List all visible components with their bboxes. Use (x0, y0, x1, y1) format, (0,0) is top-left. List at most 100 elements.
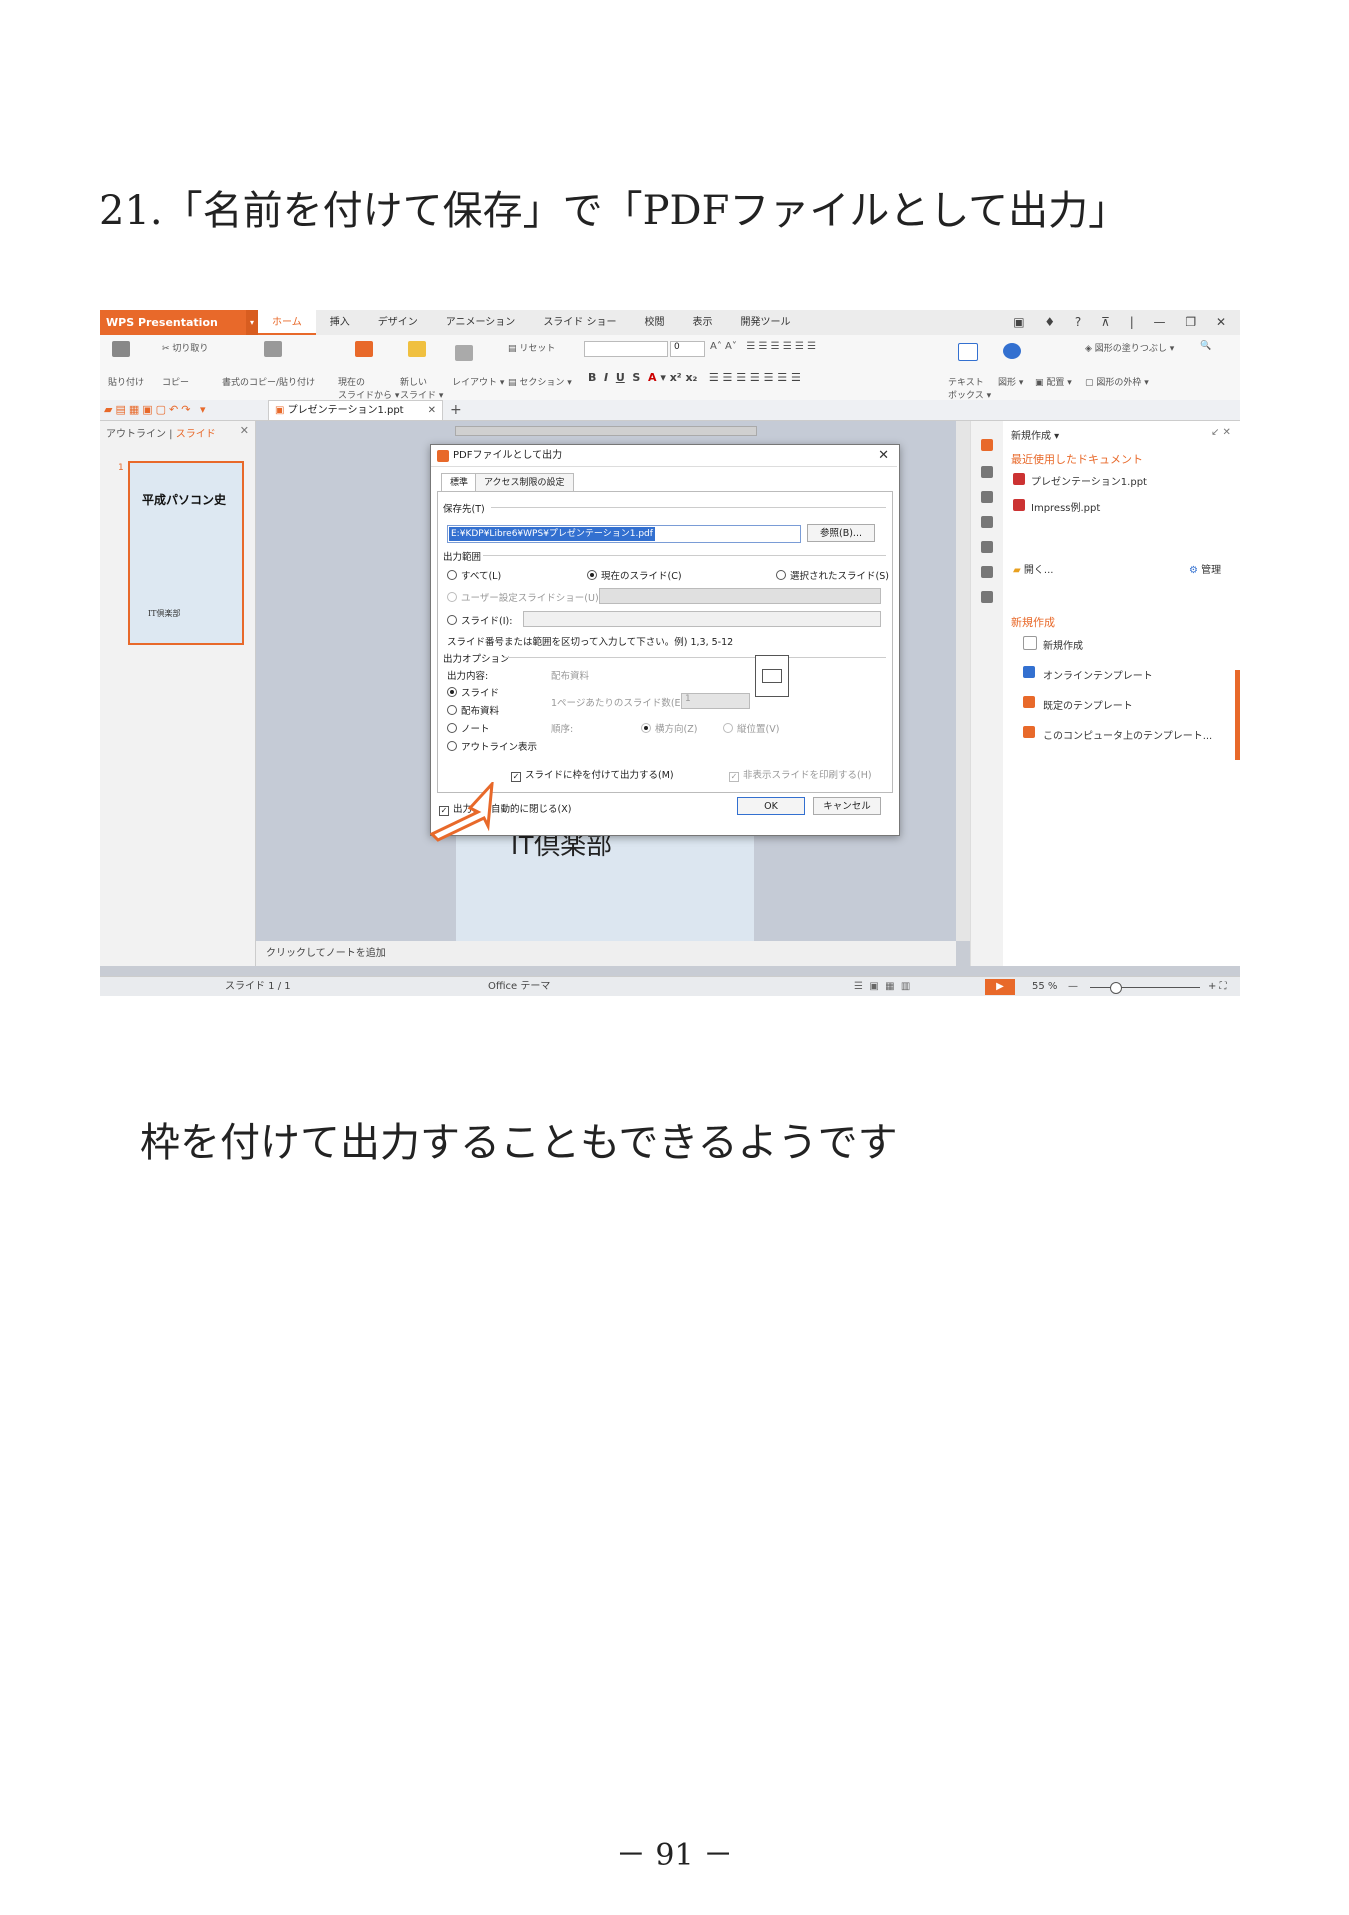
chevron-down-icon[interactable]: ▾ (246, 310, 258, 335)
manage-button[interactable]: ⚙ 管理 (1189, 561, 1221, 576)
radio-content-handout[interactable]: 配布資料 (447, 703, 499, 717)
tab-view[interactable]: 表示 (679, 310, 727, 335)
tab-animation[interactable]: アニメーション (432, 310, 530, 335)
radio-selected-label: 選択されたスライド(S) (790, 571, 889, 582)
layout-button[interactable]: レイアウト ▾ (452, 375, 504, 388)
new-item[interactable]: 新規作成 (1043, 637, 1083, 652)
reset-button[interactable]: ▤ リセット (508, 341, 555, 354)
radio-current[interactable]: 現在のスライド(C) (587, 568, 682, 582)
zoom-slider-knob[interactable] (1110, 982, 1122, 994)
new-item[interactable]: オンラインテンプレート (1043, 667, 1153, 682)
play-icon[interactable]: ▶ (985, 979, 1015, 995)
close-icon[interactable]: ✕ (878, 445, 889, 467)
outline-button[interactable]: ▢ 図形の外枠 ▾ (1085, 375, 1149, 388)
templates-icon[interactable] (981, 541, 993, 553)
textbox-button[interactable]: テキスト ボックス ▾ (948, 375, 991, 401)
app-menu-button[interactable]: WPS Presentation ▾ (100, 310, 258, 335)
radio-icon (447, 687, 457, 697)
layout-icon[interactable] (455, 345, 473, 361)
shape-icon[interactable] (1003, 343, 1021, 359)
layout-icon[interactable] (981, 491, 993, 503)
slides-input[interactable] (523, 611, 881, 627)
help-icon[interactable] (981, 591, 993, 603)
tab-design[interactable]: デザイン (364, 310, 432, 335)
textbox-icon[interactable] (958, 343, 978, 361)
document-tab[interactable]: ▣ プレゼンテーション1.ppt ✕ (268, 400, 443, 420)
radio-horizontal[interactable]: 横方向(Z) (641, 721, 697, 735)
new-slide-button[interactable]: 新しい スライド ▾ (400, 375, 443, 401)
tab-insert[interactable]: 挿入 (316, 310, 364, 335)
slide-thumbnail[interactable]: 平成パソコン史 IT倶楽部 (128, 461, 244, 645)
path-text: E:¥KDP¥Libre6¥WPS¥プレゼンテーション1.pdf (449, 527, 655, 541)
browse-button[interactable]: 参照(B)... (807, 524, 875, 542)
paste-icon[interactable] (112, 341, 130, 357)
zoom-in-button[interactable]: + ⛶ (1208, 977, 1227, 996)
ok-button[interactable]: OK (737, 797, 805, 815)
tab-slides[interactable]: スライド (176, 429, 216, 440)
open-button[interactable]: ▰ 開く... (1013, 561, 1053, 576)
tab-standard[interactable]: 標準 (441, 473, 478, 492)
zoom-slider[interactable] (1090, 987, 1200, 988)
recent-item[interactable]: Impress例.ppt (1031, 499, 1100, 514)
new-tab-button[interactable]: + (450, 400, 462, 420)
copy-button[interactable]: コピー (162, 375, 189, 388)
shape-button[interactable]: 図形 ▾ (998, 375, 1023, 388)
quick-access-icons[interactable]: ▰▤▦▣▢↶↷ ▾ (104, 403, 208, 416)
paste-button[interactable]: 貼り付け (108, 375, 144, 388)
radio-slides[interactable]: スライド(I): (447, 613, 512, 627)
arrange-button[interactable]: ▣ 配置 ▾ (1035, 375, 1072, 388)
pane-controls[interactable]: ↙ ✕ (1211, 427, 1231, 438)
recent-item[interactable]: プレゼンテーション1.ppt (1031, 473, 1147, 488)
pane-handle[interactable] (1235, 670, 1240, 760)
font-grow-buttons[interactable]: A˄ A˅ ☰ ☰ ☰ ☰ ☰ ☰ (710, 341, 816, 352)
tab-slideshow[interactable]: スライド ショー (529, 310, 630, 335)
new-item[interactable]: 既定のテンプレート (1043, 697, 1133, 712)
radio-content-slides[interactable]: スライド (447, 685, 499, 699)
properties-icon[interactable] (981, 516, 993, 528)
radio-all[interactable]: すべて(L) (447, 568, 501, 582)
search-icon[interactable]: 🔍 (1200, 341, 1211, 351)
tab-developer[interactable]: 開発ツール (727, 310, 805, 335)
fill-button[interactable]: ◈ 図形の塗りつぶし ▾ (1085, 341, 1174, 354)
window-controls[interactable]: ▣ ♦ ? ⊼ | — ❐ ✕ (1013, 310, 1234, 335)
from-current-icon[interactable] (355, 341, 373, 357)
styles-icon[interactable] (981, 466, 993, 478)
per-page-label: 1ページあたりのスライド数(E): (551, 698, 688, 709)
section-button[interactable]: ▤ セクション ▾ (508, 375, 572, 388)
radio-content-outline[interactable]: アウトライン表示 (447, 739, 537, 753)
format-painter-icon[interactable] (264, 341, 282, 357)
hidden-checkbox[interactable]: ✓ 非表示スライドを印刷する(H) (729, 767, 872, 782)
view-buttons[interactable]: ☰ ▣ ▦ ▥ (854, 977, 910, 996)
radio-content-notes[interactable]: ノート (447, 721, 490, 735)
frame-checkbox[interactable]: ✓ スライドに枠を付けて出力する(M) (511, 767, 674, 782)
new-slide-icon[interactable] (408, 341, 426, 357)
radio-custom-show[interactable]: ユーザー設定スライドショー(U) (447, 590, 599, 604)
radio-selected[interactable]: 選択されたスライド(S) (776, 568, 889, 582)
text-format-buttons[interactable]: B I U S A ▾ x² x₂ ☰ ☰ ☰ ☰ ☰ ☰ ☰ (588, 371, 801, 384)
handout-preview (755, 655, 789, 697)
custom-show-select[interactable] (599, 588, 881, 604)
new-item[interactable]: このコンピュータ上のテンプレート... (1043, 727, 1212, 742)
font-name-select[interactable] (584, 341, 668, 357)
format-copy-button[interactable]: 書式のコピー/貼り付け (222, 375, 315, 388)
font-size-select[interactable]: 0 (670, 341, 705, 357)
tab-review[interactable]: 校閲 (631, 310, 679, 335)
task-pane-title[interactable]: 新規作成 ▾ (1011, 427, 1059, 442)
notes-area[interactable]: クリックしてノートを追加 (256, 941, 956, 966)
tab-access[interactable]: アクセス制限の設定 (475, 473, 574, 492)
from-current-button[interactable]: 現在の スライドから ▾ (338, 375, 399, 401)
backup-icon[interactable] (981, 566, 993, 578)
vertical-scrollbar[interactable] (956, 421, 970, 941)
cancel-button[interactable]: キャンセル (813, 797, 881, 815)
pdf-icon (437, 450, 449, 462)
radio-vertical[interactable]: 縦位置(V) (723, 721, 779, 735)
path-input[interactable]: E:¥KDP¥Libre6¥WPS¥プレゼンテーション1.pdf (447, 525, 801, 543)
zoom-out-button[interactable]: — (1068, 977, 1078, 996)
cut-button[interactable]: ✂ 切り取り (162, 341, 208, 354)
tab-outline[interactable]: アウトライン (106, 429, 166, 440)
close-icon[interactable]: ✕ (428, 401, 436, 421)
tab-home[interactable]: ホーム (258, 310, 316, 335)
close-icon[interactable]: ✕ (240, 424, 249, 437)
new-doc-icon[interactable] (981, 439, 993, 451)
per-page-select[interactable]: 1 (681, 693, 750, 709)
